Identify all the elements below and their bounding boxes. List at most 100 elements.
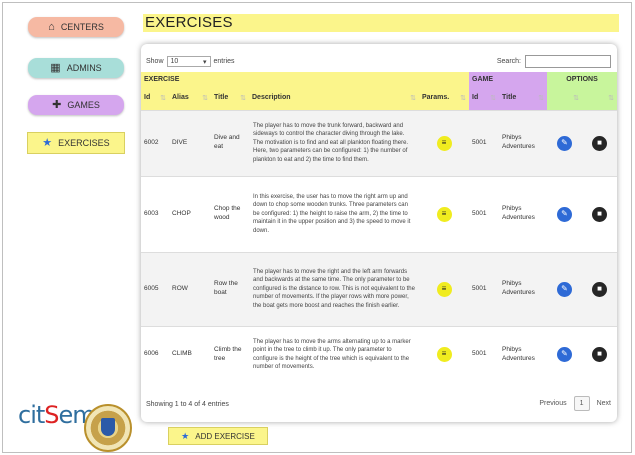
- cell-title: Climb the tree: [211, 325, 249, 383]
- delete-button[interactable]: ■: [592, 347, 607, 363]
- home-icon: ⌂: [48, 20, 55, 33]
- col-header-game-id[interactable]: Id ⇅: [469, 86, 499, 110]
- col-header-params[interactable]: Params. ⇅: [419, 86, 469, 110]
- delete-button[interactable]: ■: [592, 206, 607, 222]
- sort-icon: ⇅: [573, 94, 579, 102]
- cell-alias: ROW: [169, 251, 211, 326]
- sort-icon: ⇅: [202, 94, 208, 102]
- cell-alias: DIVE: [169, 109, 211, 176]
- nav-centers-label: CENTERS: [60, 22, 104, 32]
- edit-button[interactable]: ✎: [557, 281, 572, 297]
- col-header-id[interactable]: Id ⇅: [141, 86, 169, 110]
- table-info: Showing 1 to 4 of 4 entries: [146, 401, 229, 408]
- cell-game-id: 5001: [469, 251, 499, 326]
- exercises-table: EXERCISE GAME OPTIONS Id ⇅ Alias ⇅ Title ⇅ …: [141, 72, 617, 383]
- list-icon: ≡: [441, 208, 447, 218]
- column-header-row: Id ⇅ Alias ⇅ Title ⇅ Description ⇅ Params. ⇅ …: [141, 86, 617, 110]
- col-header-delete[interactable]: ⇅: [582, 86, 617, 110]
- show-label: Show: [146, 58, 164, 65]
- params-button[interactable]: ≡: [436, 135, 452, 151]
- sort-icon: ⇅: [410, 94, 416, 102]
- cell-alias: CHOP: [169, 175, 211, 252]
- col-header-game-title[interactable]: Title ⇅: [499, 86, 547, 110]
- nav-centers-button[interactable]: ⌂ CENTERS: [28, 17, 124, 37]
- admin-icon: ▦: [50, 61, 61, 74]
- cell-game-id: 5001: [469, 325, 499, 383]
- group-exercise: EXERCISE: [141, 72, 469, 86]
- col-header-title[interactable]: Title ⇅: [211, 86, 249, 110]
- university-seal: [84, 404, 132, 452]
- pencil-icon: ✎: [561, 283, 568, 293]
- nav-exercises-button[interactable]: ★ EXERCISES: [28, 133, 124, 153]
- trash-icon: ■: [597, 283, 602, 293]
- col-header-alias[interactable]: Alias ⇅: [169, 86, 211, 110]
- col-game-title-label: Title: [502, 93, 517, 101]
- col-description-label: Description: [252, 93, 291, 101]
- logo-text: citSem: [18, 401, 96, 429]
- pencil-icon: ✎: [561, 208, 568, 218]
- pagination: Previous 1 Next: [539, 396, 611, 411]
- sort-icon: ⇅: [490, 94, 496, 102]
- table-row: 6006 CLIMB Climb the tree The player has…: [141, 325, 617, 383]
- table-row: 6002 DIVE Dive and eat The player has to…: [141, 109, 617, 176]
- search-control: Search:: [497, 55, 611, 68]
- col-header-description[interactable]: Description ⇅: [249, 86, 419, 110]
- list-icon: ≡: [441, 137, 447, 147]
- params-button[interactable]: ≡: [436, 206, 452, 222]
- list-icon: ≡: [441, 349, 447, 359]
- col-alias-label: Alias: [172, 93, 189, 101]
- search-label: Search:: [496, 58, 521, 65]
- pagination-next[interactable]: Next: [597, 400, 611, 407]
- edit-button[interactable]: ✎: [557, 347, 572, 363]
- pencil-icon: ✎: [561, 137, 568, 147]
- trash-icon: ■: [597, 137, 602, 147]
- edit-button[interactable]: ✎: [557, 135, 572, 151]
- edit-button[interactable]: ✎: [557, 206, 572, 222]
- add-exercise-button[interactable]: ★ ADD EXERCISE: [168, 427, 268, 445]
- cell-delete: ■: [582, 251, 617, 326]
- cell-title: Dive and eat: [211, 109, 249, 176]
- entries-value: 10: [170, 58, 179, 65]
- cell-id: 6005: [141, 251, 169, 326]
- cell-id: 6002: [141, 109, 169, 176]
- cell-description: The player has to move the right and the…: [249, 251, 419, 326]
- entries-control: Show 10 ▾ entries: [146, 56, 235, 67]
- cell-delete: ■: [582, 109, 617, 176]
- cell-params: ≡: [419, 109, 469, 176]
- cell-params: ≡: [419, 175, 469, 252]
- delete-button[interactable]: ■: [592, 135, 607, 151]
- trash-icon: ■: [597, 208, 602, 218]
- cell-id: 6006: [141, 325, 169, 383]
- pagination-page-1[interactable]: 1: [573, 396, 590, 411]
- trash-icon: ■: [597, 349, 602, 359]
- nav-games-label: GAMES: [67, 100, 100, 110]
- cell-game-title: Phibys Adventures: [499, 109, 547, 176]
- params-button[interactable]: ≡: [436, 281, 452, 297]
- cell-description: The player has to move the arms alternat…: [249, 325, 419, 383]
- delete-button[interactable]: ■: [592, 281, 607, 297]
- table-row: 6005 ROW Row the boat The player has to …: [141, 251, 617, 326]
- nav-admins-button[interactable]: ▦ ADMINS: [28, 58, 124, 78]
- cell-description: The player has to move the trunk forward…: [249, 109, 419, 176]
- group-header-row: EXERCISE GAME OPTIONS: [141, 72, 617, 86]
- nav-admins-label: ADMINS: [66, 63, 102, 73]
- group-game: GAME: [469, 72, 547, 86]
- star-icon: ★: [42, 136, 53, 149]
- cell-title: Chop the wood: [211, 175, 249, 252]
- cell-game-title: Phibys Adventures: [499, 251, 547, 326]
- nav-games-button[interactable]: ✚ GAMES: [28, 95, 124, 115]
- col-header-edit[interactable]: ⇅: [547, 86, 582, 110]
- search-input[interactable]: [525, 55, 611, 68]
- page-title: EXERCISES: [143, 14, 619, 32]
- pagination-previous[interactable]: Previous: [539, 400, 566, 407]
- entries-select[interactable]: 10 ▾: [166, 56, 211, 67]
- params-button[interactable]: ≡: [436, 347, 452, 363]
- col-title-label: Title: [214, 93, 229, 101]
- cell-edit: ✎: [547, 251, 582, 326]
- exercises-card: Show 10 ▾ entries Search: EXERCISE GAME …: [141, 44, 617, 422]
- cell-game-title: Phibys Adventures: [499, 325, 547, 383]
- cell-id: 6003: [141, 175, 169, 252]
- cell-description: In this exercise, the user has to move t…: [249, 175, 419, 252]
- add-exercise-label: ADD EXERCISE: [195, 431, 255, 441]
- cell-params: ≡: [419, 325, 469, 383]
